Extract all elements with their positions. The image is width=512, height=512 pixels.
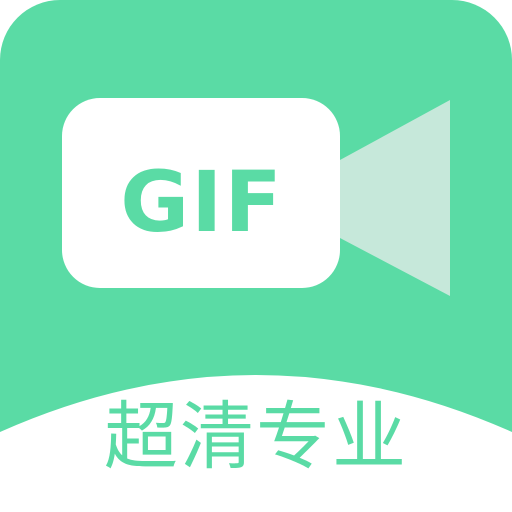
- app-icon: GIF 超清专业: [0, 0, 512, 512]
- gif-label: GIF: [120, 153, 284, 251]
- tagline-text: 超清专业: [104, 394, 408, 480]
